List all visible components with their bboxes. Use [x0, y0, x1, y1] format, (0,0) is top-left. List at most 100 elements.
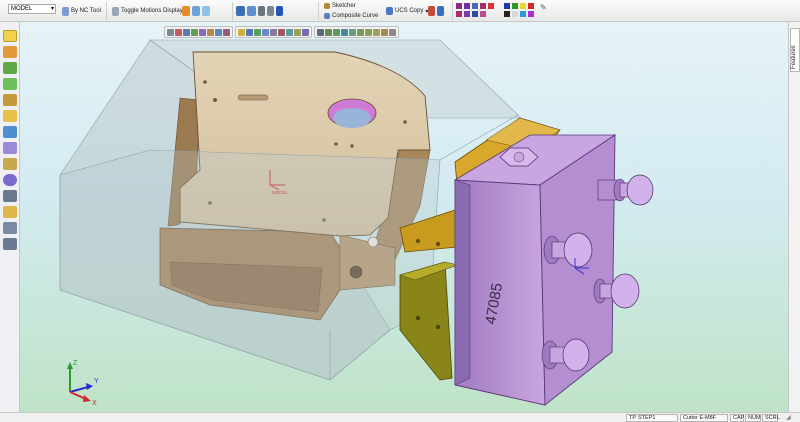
- tool-icon[interactable]: [3, 142, 17, 154]
- status-tp: TP: [626, 414, 636, 422]
- status-num-label: NUM: [748, 415, 761, 421]
- main-bore-inner[interactable]: [333, 108, 371, 128]
- jaw-hole[interactable]: [435, 324, 441, 330]
- palette-swatch[interactable]: [512, 11, 518, 17]
- layout-icon[interactable]: [236, 6, 245, 16]
- top-hole[interactable]: [203, 80, 207, 84]
- palette-swatch[interactable]: [512, 3, 518, 9]
- palette-swatch[interactable]: [504, 11, 510, 17]
- holder-icon[interactable]: [3, 158, 17, 170]
- machine-icon[interactable]: [3, 190, 17, 202]
- ucs-icon: [386, 7, 393, 15]
- model-combo-value: MODEL: [11, 6, 33, 12]
- view-icon[interactable]: [247, 6, 256, 16]
- curve-icon: [324, 12, 330, 19]
- composite-curve-label: Composite Curve: [332, 12, 379, 19]
- list-icon[interactable]: [3, 222, 17, 234]
- ribbon-divider: [452, 2, 453, 20]
- by-nc-tool-label: By NC Tool: [71, 8, 101, 14]
- sketcher-button[interactable]: Sketcher: [324, 1, 356, 10]
- palette-swatch[interactable]: [472, 11, 478, 17]
- axis-triad: Z Y X: [67, 360, 99, 407]
- top-hole[interactable]: [403, 120, 407, 124]
- ribbon-divider: [232, 2, 233, 20]
- ucs-copy-label: UCS Copy: [395, 8, 424, 14]
- sketcher-label: Sketcher: [332, 2, 356, 9]
- palette-swatch[interactable]: [464, 3, 470, 9]
- composite-curve-button[interactable]: Composite Curve: [324, 11, 378, 20]
- analysis-icon[interactable]: [202, 6, 210, 16]
- filter-icon[interactable]: [3, 46, 17, 58]
- palette-swatch[interactable]: [480, 3, 486, 9]
- measure-icon[interactable]: [192, 6, 200, 16]
- palette-swatch[interactable]: [520, 11, 526, 17]
- top-hole[interactable]: [350, 144, 354, 148]
- toolpath-icon[interactable]: [3, 126, 17, 138]
- eyedropper-icon[interactable]: ✎: [540, 3, 547, 12]
- status-bar: TP STEP1 Cutter E-M8F CAP NUM SCRL ◢: [0, 412, 800, 422]
- ribbon-tools-group-a: [182, 2, 210, 20]
- jaw-hole[interactable]: [415, 315, 421, 321]
- hammer-icon[interactable]: [182, 6, 190, 16]
- ribbon-divider: [318, 2, 319, 20]
- settings-icon[interactable]: [3, 174, 17, 186]
- ribbon-tools-group-c: [428, 2, 444, 20]
- lower-jaw[interactable]: [399, 261, 453, 381]
- ribbon-tools-group-b: [236, 2, 283, 20]
- triad-y-label: Y: [94, 378, 99, 385]
- jaw-hole[interactable]: [415, 238, 421, 244]
- fixture-icon[interactable]: [3, 94, 17, 106]
- clamp-jaw-face[interactable]: [454, 179, 471, 386]
- stock-icon[interactable]: [3, 62, 17, 74]
- jaw-hole[interactable]: [435, 241, 441, 247]
- axis-icon[interactable]: [276, 6, 283, 16]
- triad-x-label: X: [92, 400, 97, 407]
- stock-front-face[interactable]: [59, 149, 441, 381]
- status-cutter-label: Cutter: [683, 415, 698, 421]
- chevron-down-icon[interactable]: ▾: [51, 5, 54, 14]
- palette-swatch[interactable]: [456, 3, 462, 9]
- graphics-viewport[interactable]: MODEL 47085 Z Y X: [20, 22, 788, 412]
- by-nc-tool-button[interactable]: By NC Tool: [62, 2, 101, 20]
- palette-swatch[interactable]: [472, 3, 478, 9]
- grid-icon[interactable]: [267, 6, 274, 16]
- paste-icon[interactable]: [437, 6, 444, 16]
- palette-swatch[interactable]: [520, 3, 526, 9]
- features-tab-label: Features: [791, 45, 797, 69]
- top-hole[interactable]: [213, 98, 217, 102]
- sort-icon[interactable]: [258, 6, 265, 16]
- top-slot[interactable]: [237, 94, 269, 101]
- clamp-knob[interactable]: [543, 232, 593, 268]
- select-tool-icon[interactable]: [3, 30, 17, 42]
- nut-thread[interactable]: [513, 151, 525, 163]
- document-icon[interactable]: [3, 238, 17, 250]
- palette-swatch[interactable]: [504, 3, 510, 9]
- top-hole[interactable]: [334, 142, 338, 146]
- status-cutter-value: E-M8F: [699, 415, 717, 421]
- toggle-motions-button[interactable]: Toggle Motions Display: [112, 2, 183, 20]
- ucs-copy-button[interactable]: UCS Copy ▾: [386, 2, 428, 20]
- model-scene: MODEL 47085: [59, 39, 654, 406]
- status-num: NUM: [745, 414, 761, 422]
- part-icon[interactable]: [3, 78, 17, 90]
- palette-swatch[interactable]: [456, 11, 462, 17]
- folder-icon[interactable]: [3, 110, 17, 122]
- triad-z-label: Z: [73, 360, 78, 367]
- right-panel-strip: Features: [788, 22, 800, 412]
- sketcher-icon: [324, 2, 330, 9]
- status-scrl: SCRL: [762, 414, 780, 422]
- model-combo[interactable]: MODEL ▾: [8, 4, 56, 14]
- status-step-value: STEP1: [638, 415, 656, 421]
- resize-grip-icon[interactable]: ◢: [786, 414, 796, 422]
- report-icon[interactable]: [3, 206, 17, 218]
- palette-swatch[interactable]: [528, 11, 534, 17]
- features-tab[interactable]: Features: [790, 28, 800, 72]
- status-cutter: Cutter E-M8F: [680, 414, 728, 422]
- palette-swatch[interactable]: [480, 11, 486, 17]
- copy-icon[interactable]: [428, 6, 435, 16]
- status-tp-label: TP: [629, 415, 637, 421]
- palette-swatch[interactable]: [528, 3, 534, 9]
- clamp-knob[interactable]: [593, 273, 640, 309]
- palette-swatch[interactable]: [464, 11, 470, 17]
- palette-swatch[interactable]: [488, 3, 494, 9]
